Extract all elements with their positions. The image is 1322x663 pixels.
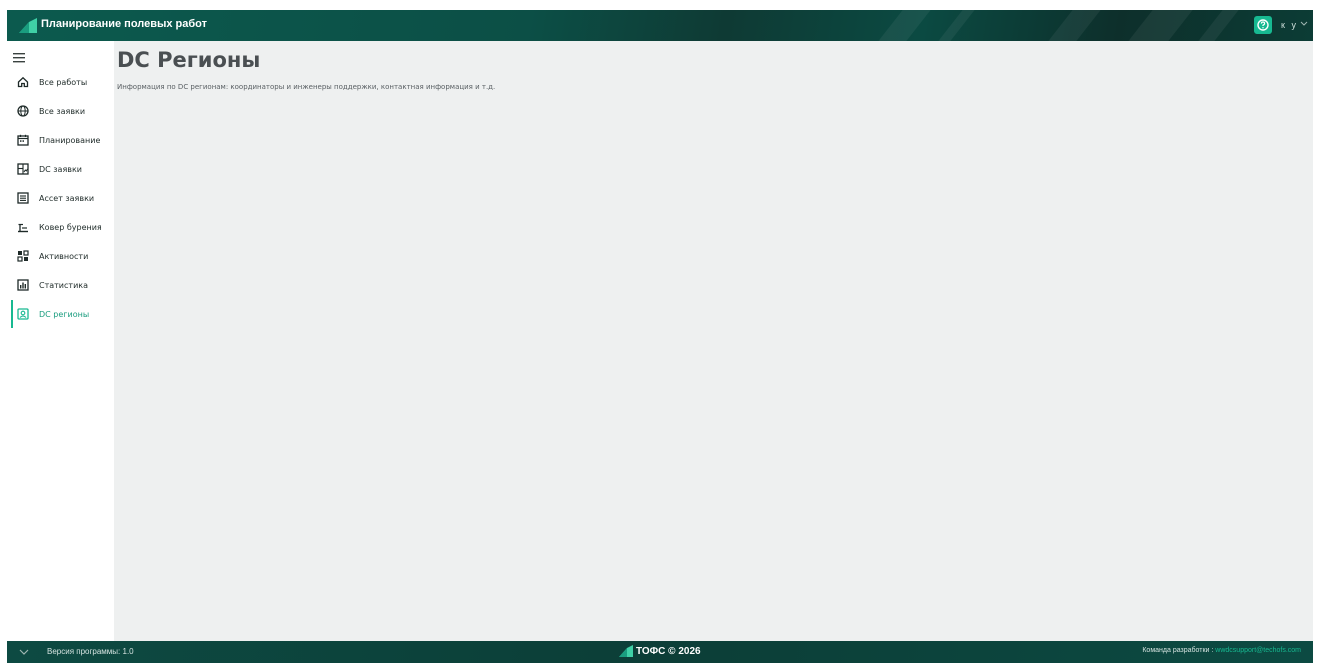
brand-text: ТОФС © 2026 (636, 645, 701, 657)
hamburger-icon[interactable] (13, 53, 25, 63)
sidebar-item-label: Статистика (39, 280, 88, 290)
dev-team-label: Команда разработки : (1142, 647, 1216, 654)
user-menu[interactable]: к у (1281, 20, 1298, 30)
globe-icon (17, 105, 29, 117)
footer-brand: ТОФС © 2026 (619, 645, 701, 657)
footer: Версия программы: 1.0 ТОФС © 2026 Команд… (7, 641, 1313, 663)
app-frame: Планирование полевых работ к у Все работ… (7, 10, 1313, 663)
sidebar-item-activities[interactable]: Активности (7, 242, 114, 270)
sidebar-item-dc-regions[interactable]: DC регионы (7, 300, 114, 328)
brand-logo-icon (619, 645, 633, 657)
help-circle-icon (1257, 19, 1269, 31)
chevron-down-icon[interactable] (1300, 21, 1308, 27)
app-title[interactable]: Планирование полевых работ (41, 18, 207, 30)
sidebar-item-statistics[interactable]: Статистика (7, 271, 114, 299)
sidebar-item-label: Ковер бурения (39, 222, 102, 232)
header-decor (863, 10, 939, 41)
sidebar-item-label: Ассет заявки (39, 193, 95, 203)
bar-chart-icon (17, 279, 29, 291)
top-header: Планирование полевых работ к у (7, 10, 1313, 41)
region-icon (17, 308, 29, 320)
sidebar-item-all-works[interactable]: Все работы (7, 68, 114, 96)
sidebar: Все работы Все заявки Планирование DC за… (7, 41, 114, 641)
header-decor (923, 10, 983, 41)
sidebar-item-label: Планирование (39, 135, 101, 145)
sidebar-item-planning[interactable]: Планирование (7, 126, 114, 154)
dev-team-email-link[interactable]: wwdcsupport@techofs.com (1215, 647, 1301, 654)
drill-icon (18, 223, 28, 233)
header-decor (1183, 10, 1247, 41)
sidebar-item-label: Все заявки (39, 106, 86, 116)
sidebar-item-label: DC регионы (39, 309, 90, 319)
header-decor (1113, 10, 1201, 41)
page-title: DC Регионы (117, 48, 261, 72)
dev-team-info: Команда разработки : wwdcsupport@techofs… (1142, 647, 1301, 654)
chevron-down-icon[interactable] (19, 649, 29, 656)
sidebar-item-dc-requests[interactable]: DC заявки (7, 155, 114, 183)
chart-box-icon (17, 163, 29, 175)
sidebar-item-asset-requests[interactable]: Ассет заявки (7, 184, 114, 212)
sidebar-item-label: DC заявки (39, 164, 83, 174)
page-description: Информация по DC регионам: координаторы … (117, 83, 496, 91)
app-logo-icon[interactable] (19, 18, 37, 33)
version-label: Версия программы: 1.0 (47, 647, 134, 656)
sidebar-item-label: Все работы (39, 77, 88, 87)
main-content: DC Регионы Информация по DC регионам: ко… (114, 41, 1313, 641)
header-decor (1033, 10, 1109, 41)
list-box-icon (17, 192, 29, 204)
calendar-icon (17, 134, 29, 146)
help-button[interactable] (1254, 16, 1272, 34)
sidebar-item-all-requests[interactable]: Все заявки (7, 97, 114, 125)
sidebar-item-drilling-carpet[interactable]: Ковер бурения (7, 213, 114, 241)
sidebar-item-label: Активности (39, 251, 89, 261)
home-icon (17, 76, 29, 88)
grid-icon (17, 250, 29, 262)
